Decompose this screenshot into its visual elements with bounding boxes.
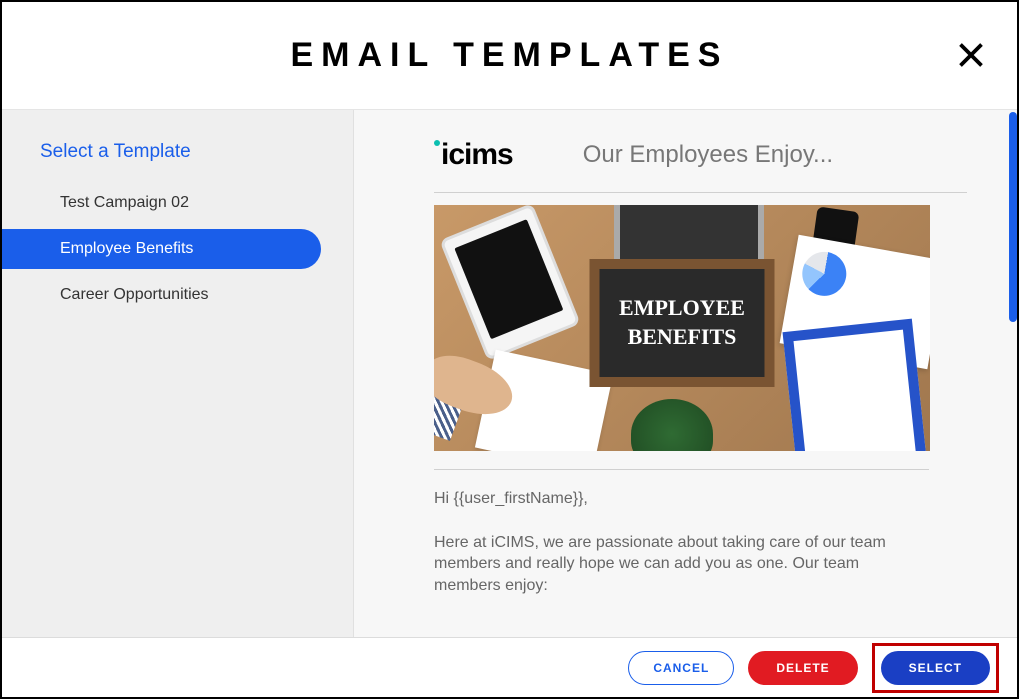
- tablet-icon: [439, 205, 580, 361]
- scrollbar[interactable]: [1009, 112, 1017, 322]
- modal-header: EMAIL TEMPLATES: [2, 2, 1017, 110]
- template-sidebar: Select a Template Test Campaign 02 Emplo…: [2, 110, 354, 638]
- modal-title: EMAIL TEMPLATES: [291, 36, 729, 75]
- clipboard-icon: [783, 319, 928, 451]
- logo-dot-icon: [434, 140, 440, 146]
- divider: [434, 469, 929, 470]
- close-button[interactable]: [953, 37, 989, 73]
- select-button[interactable]: SELECT: [881, 651, 990, 685]
- template-list: Test Campaign 02 Employee Benefits Caree…: [2, 183, 353, 315]
- hero-image: EMPLOYEE BENEFITS: [434, 205, 930, 451]
- preview-header: icims Our Employees Enjoy...: [434, 138, 967, 193]
- template-item-employee-benefits[interactable]: Employee Benefits: [2, 229, 321, 269]
- hero-text-line1: EMPLOYEE: [619, 294, 745, 323]
- email-greeting: Hi {{user_firstName}},: [434, 488, 929, 510]
- brand-logo: icims: [434, 138, 513, 172]
- template-item-label: Test Campaign 02: [60, 194, 189, 211]
- close-icon: [957, 41, 985, 69]
- logo-text: icims: [441, 138, 513, 172]
- preview-area: icims Our Employees Enjoy... EMPLOYEE BE…: [354, 110, 1017, 638]
- cancel-button[interactable]: CANCEL: [628, 651, 734, 685]
- content-area: Select a Template Test Campaign 02 Emplo…: [2, 110, 1017, 638]
- email-subject: Our Employees Enjoy...: [583, 141, 833, 169]
- template-item-career-opportunities[interactable]: Career Opportunities: [2, 275, 321, 315]
- laptop-icon: [614, 205, 764, 265]
- sidebar-heading: Select a Template: [2, 124, 353, 183]
- template-item-label: Career Opportunities: [60, 286, 209, 303]
- modal-footer: CANCEL DELETE SELECT: [2, 637, 1017, 697]
- plant-icon: [631, 399, 713, 451]
- chalkboard-icon: EMPLOYEE BENEFITS: [590, 259, 775, 387]
- hero-text-line2: BENEFITS: [628, 323, 737, 352]
- delete-button[interactable]: DELETE: [748, 651, 857, 685]
- select-highlight-box: SELECT: [872, 643, 999, 693]
- email-body: Hi {{user_firstName}}, Here at iCIMS, we…: [434, 488, 929, 596]
- template-item-test-campaign-02[interactable]: Test Campaign 02: [2, 183, 321, 223]
- email-paragraph: Here at iCIMS, we are passionate about t…: [434, 532, 929, 597]
- template-item-label: Employee Benefits: [60, 240, 193, 257]
